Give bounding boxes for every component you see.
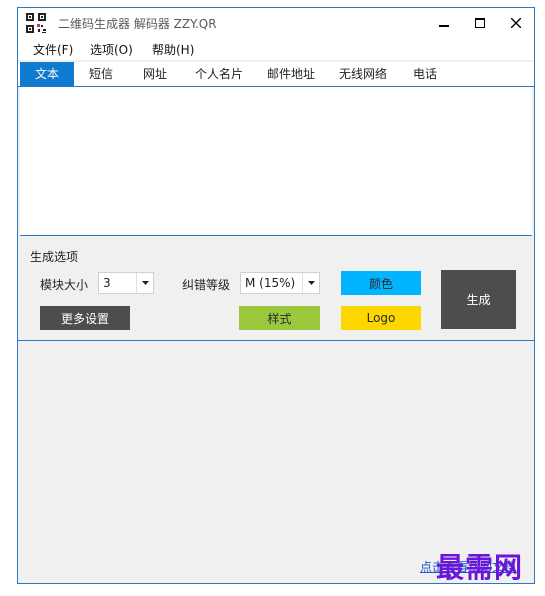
- module-size-select[interactable]: 3: [98, 272, 154, 294]
- logo-button[interactable]: Logo: [341, 306, 421, 330]
- menu-bar: 文件(F) 选项(O) 帮助(H): [18, 38, 534, 60]
- ecc-value: M (15%): [245, 276, 296, 290]
- title-bar: 二维码生成器 解码器 ZZY.QR: [18, 8, 534, 38]
- close-button[interactable]: [498, 8, 534, 38]
- tab-vcard[interactable]: 个人名片: [188, 62, 250, 86]
- watermark-text: 最需网: [436, 551, 524, 584]
- menu-options[interactable]: 选项(O): [90, 41, 133, 58]
- divider: [18, 340, 534, 341]
- ecc-select[interactable]: M (15%): [240, 272, 320, 294]
- color-button[interactable]: 颜色: [341, 271, 421, 295]
- tab-wifi[interactable]: 无线网络: [332, 62, 394, 86]
- style-button[interactable]: 样式: [239, 306, 320, 330]
- more-settings-button[interactable]: 更多设置: [40, 306, 130, 330]
- minimize-icon: [439, 25, 449, 27]
- chevron-down-icon: [302, 273, 319, 293]
- maximize-icon: [475, 18, 485, 28]
- qr-code-app-icon: [25, 12, 47, 34]
- close-icon: [511, 18, 521, 28]
- tab-url[interactable]: 网址: [130, 62, 180, 86]
- tab-bar: 文本 短信 网址 个人名片 邮件地址 无线网络 电话: [18, 62, 534, 87]
- module-size-label: 模块大小: [40, 278, 89, 292]
- tab-phone[interactable]: 电话: [402, 62, 448, 86]
- tab-text[interactable]: 文本: [20, 62, 74, 86]
- section-title: 生成选项: [30, 250, 79, 264]
- module-size-value: 3: [103, 276, 111, 290]
- content-textarea[interactable]: [20, 87, 532, 236]
- chevron-down-icon: [136, 273, 153, 293]
- tab-email[interactable]: 邮件地址: [260, 62, 322, 86]
- menu-help[interactable]: 帮助(H): [152, 41, 194, 58]
- maximize-button[interactable]: [462, 8, 498, 38]
- tab-sms[interactable]: 短信: [76, 62, 126, 86]
- generate-button[interactable]: 生成: [441, 270, 516, 329]
- window-title: 二维码生成器 解码器 ZZY.QR: [58, 17, 217, 31]
- menu-file[interactable]: 文件(F): [33, 41, 73, 58]
- app-window: 二维码生成器 解码器 ZZY.QR 文件(F) 选项(O) 帮助(H) 文本 短…: [17, 7, 535, 584]
- minimize-button[interactable]: [426, 8, 462, 38]
- ecc-label: 纠错等级: [182, 278, 231, 292]
